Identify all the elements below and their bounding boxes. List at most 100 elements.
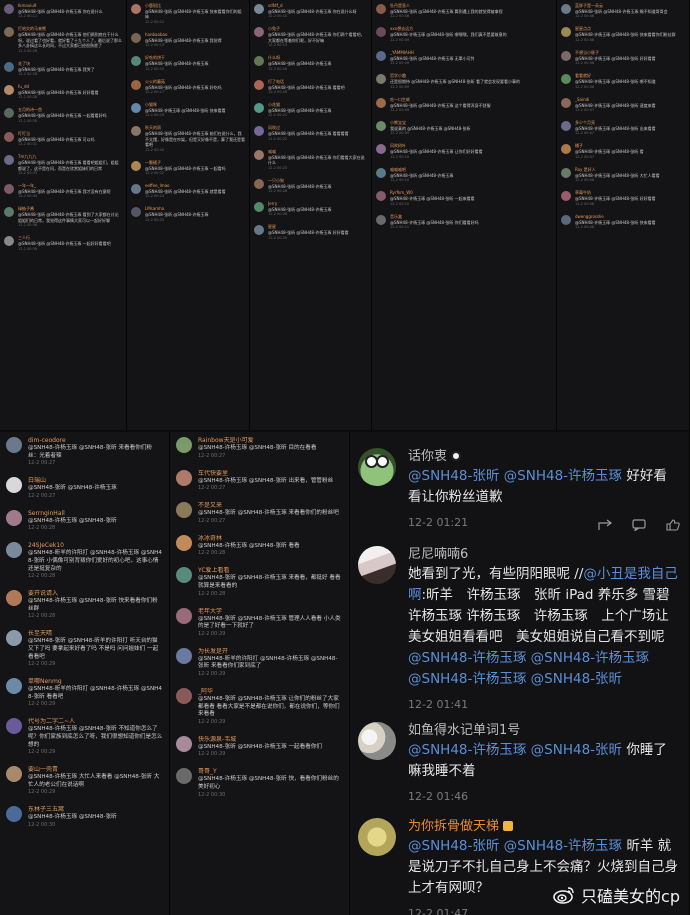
avatar[interactable] xyxy=(254,27,264,38)
avatar[interactable] xyxy=(561,50,571,61)
avatar[interactable] xyxy=(4,108,14,119)
mention-link[interactable]: @SNH48-张昕 xyxy=(408,838,499,854)
avatar[interactable] xyxy=(376,191,386,202)
avatar[interactable] xyxy=(4,131,14,142)
avatar[interactable] xyxy=(176,534,192,551)
avatar[interactable] xyxy=(131,56,141,67)
avatar[interactable] xyxy=(561,4,571,14)
avatar[interactable] xyxy=(176,567,192,584)
avatar[interactable] xyxy=(376,214,386,225)
avatar[interactable] xyxy=(6,718,22,735)
comment-icon[interactable] xyxy=(632,516,646,532)
mention-link[interactable]: @SNH48-许杨玉琢 xyxy=(504,468,622,484)
avatar[interactable] xyxy=(131,32,141,43)
avatar[interactable] xyxy=(561,121,571,132)
avatar[interactable] xyxy=(4,236,14,247)
avatar[interactable] xyxy=(176,607,192,624)
avatar[interactable] xyxy=(376,50,386,61)
like-icon[interactable] xyxy=(666,516,680,531)
avatar[interactable] xyxy=(6,542,22,559)
mention-link[interactable]: @SNH48-许杨玉琢 xyxy=(408,671,526,687)
avatar[interactable] xyxy=(254,178,264,189)
avatar[interactable] xyxy=(254,225,264,236)
avatar[interactable] xyxy=(6,766,22,783)
avatar[interactable] xyxy=(254,103,264,114)
avatar[interactable] xyxy=(254,79,264,90)
avatar[interactable] xyxy=(358,448,396,486)
username[interactable]: 不是又来 xyxy=(198,502,343,510)
avatar[interactable] xyxy=(4,184,14,195)
avatar[interactable] xyxy=(376,27,386,38)
avatar[interactable] xyxy=(131,103,141,114)
avatar[interactable] xyxy=(376,74,386,85)
avatar[interactable] xyxy=(131,160,141,171)
avatar[interactable] xyxy=(358,818,396,856)
avatar[interactable] xyxy=(358,546,396,584)
avatar[interactable] xyxy=(131,4,141,14)
avatar[interactable] xyxy=(131,79,141,90)
avatar[interactable] xyxy=(561,191,571,202)
avatar[interactable] xyxy=(176,735,192,752)
avatar[interactable] xyxy=(176,437,192,453)
avatar[interactable] xyxy=(4,85,14,96)
avatar[interactable] xyxy=(6,678,22,695)
username-text[interactable]: 如鱼得水记单词1号 xyxy=(408,723,520,738)
avatar[interactable] xyxy=(254,4,264,14)
avatar[interactable] xyxy=(6,630,22,647)
username[interactable]: 车代快要里 xyxy=(198,470,343,478)
avatar[interactable] xyxy=(6,477,22,494)
avatar[interactable] xyxy=(254,149,264,160)
username[interactable]: 尼尼喃喃6 xyxy=(408,546,680,564)
avatar[interactable] xyxy=(376,4,386,14)
username[interactable]: 为长发是开 xyxy=(198,648,343,656)
username[interactable]: 单哪Nenmg xyxy=(28,678,163,686)
avatar[interactable] xyxy=(376,121,386,132)
username[interactable]: _阿华 xyxy=(198,688,343,696)
username[interactable]: 白瑞山 xyxy=(28,477,163,485)
username[interactable]: dim-ceodore xyxy=(28,437,163,445)
mention-link[interactable]: @SNH48-张昕 xyxy=(408,468,499,484)
username[interactable]: 冰冰奇林 xyxy=(198,535,343,543)
avatar[interactable] xyxy=(4,27,14,38)
username[interactable]: 话你衷 xyxy=(408,448,680,466)
username-text[interactable]: 为你拆骨做天梯 xyxy=(408,819,499,834)
avatar[interactable] xyxy=(131,207,141,218)
avatar[interactable] xyxy=(376,167,386,178)
avatar[interactable] xyxy=(254,126,264,137)
avatar[interactable] xyxy=(561,97,571,108)
username[interactable]: SerrnginHall xyxy=(28,510,163,518)
avatar[interactable] xyxy=(176,469,192,486)
avatar[interactable] xyxy=(176,768,192,785)
avatar[interactable] xyxy=(561,74,571,85)
avatar[interactable] xyxy=(6,509,22,526)
username[interactable]: 老年大学 xyxy=(198,608,343,616)
mention-link[interactable]: @SNH48-许杨玉琢 xyxy=(408,650,526,666)
avatar[interactable] xyxy=(176,647,192,664)
avatar[interactable] xyxy=(6,590,22,607)
username[interactable]: 快乐源泉-韦城 xyxy=(198,736,343,744)
avatar[interactable] xyxy=(561,144,571,155)
mention-link[interactable]: @SNH48-许杨玉琢 xyxy=(531,650,649,666)
username[interactable]: 为你拆骨做天梯 xyxy=(408,818,680,836)
avatar[interactable] xyxy=(254,202,264,213)
avatar[interactable] xyxy=(358,722,396,760)
avatar[interactable] xyxy=(131,184,141,195)
avatar[interactable] xyxy=(376,144,386,155)
username[interactable]: 要山一壳青 xyxy=(28,766,163,774)
avatar[interactable] xyxy=(561,27,571,38)
username[interactable]: 要开说请入 xyxy=(28,590,163,598)
username[interactable]: 如鱼得水记单词1号 xyxy=(408,722,680,740)
mention-link[interactable]: @SNH48-张昕 xyxy=(531,671,622,687)
avatar[interactable] xyxy=(376,97,386,108)
avatar[interactable] xyxy=(4,155,14,166)
avatar[interactable] xyxy=(4,207,14,218)
avatar[interactable] xyxy=(6,806,22,823)
avatar[interactable] xyxy=(254,56,264,67)
username[interactable]: Rainbow天是小可爱 xyxy=(198,437,343,445)
share-icon[interactable] xyxy=(598,516,612,530)
avatar[interactable] xyxy=(4,4,14,14)
mention-link[interactable]: @SNH48-许杨玉琢 xyxy=(408,742,526,758)
username-text[interactable]: 话你衷 xyxy=(408,449,447,464)
avatar[interactable] xyxy=(131,126,141,137)
avatar[interactable] xyxy=(176,502,192,519)
